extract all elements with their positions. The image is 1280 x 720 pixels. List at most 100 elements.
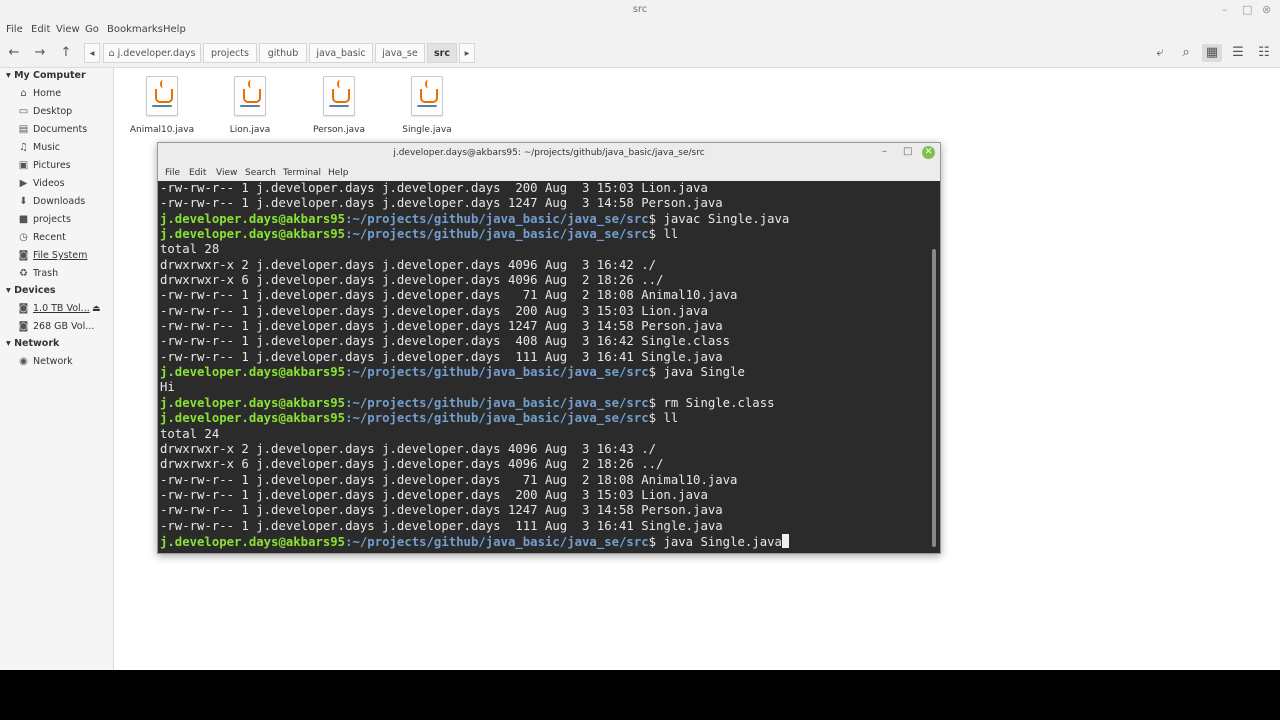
sidebar-item-label: Network	[33, 356, 73, 367]
terminal-menu-edit[interactable]: Edit	[189, 168, 206, 178]
maximize-icon[interactable]: □	[1242, 3, 1252, 16]
close-icon[interactable]: ✕	[922, 146, 935, 159]
pictures-icon: ▣	[18, 160, 29, 171]
terminal-output-line: total 24	[160, 426, 220, 441]
terminal-menu-search[interactable]: Search	[245, 168, 276, 178]
list-view-icon[interactable]: ☰	[1228, 44, 1248, 62]
file-item[interactable]: Person.java	[304, 76, 374, 135]
trash-icon: ♻	[19, 268, 28, 279]
heading-label: Devices	[14, 285, 56, 296]
command-text: $ java Single	[648, 365, 745, 380]
sidebar-item-desktop[interactable]: ▭ Desktop	[18, 104, 110, 120]
up-icon[interactable]: ↑	[56, 44, 76, 62]
sidebar-item-network[interactable]: ◉ Network	[18, 354, 110, 370]
minimize-icon[interactable]: –	[882, 146, 887, 157]
network-icon: ◉	[19, 356, 28, 367]
breadcrumb-label: j.developer.days	[117, 48, 196, 59]
sidebar-item-recent[interactable]: ◷ Recent	[18, 230, 110, 246]
sidebar-item-file-system[interactable]: ◙ File System	[18, 248, 110, 264]
terminal-menu-help[interactable]: Help	[328, 168, 349, 178]
sidebar-item-home[interactable]: ⌂ Home	[18, 86, 110, 102]
terminal-window[interactable]: j.developer.days@akbars95: ~/projects/gi…	[157, 142, 941, 554]
prompt-path: :~/projects/github/java_basic/java_se/sr…	[345, 534, 649, 549]
drive-icon: ◙	[18, 250, 29, 261]
breadcrumb-right-icon[interactable]: ▸	[459, 43, 475, 63]
terminal-command-line: j.developer.days@akbars95:~/projects/git…	[160, 396, 930, 411]
terminal-output-line: -rw-rw-r-- 1 j.developer.days j.develope…	[160, 503, 723, 518]
prompt-user: j.developer.days@akbars95	[160, 395, 346, 410]
sidebar-item-pictures[interactable]: ▣ Pictures	[18, 158, 110, 174]
back-icon[interactable]: ←	[4, 44, 24, 62]
sidebar-item-downloads[interactable]: ⬇ Downloads	[18, 194, 110, 210]
icon-view-icon[interactable]: ▦	[1202, 44, 1222, 62]
file-manager-toolbar: ← → ↑ ◂ ⌂ j.developer.days projects gith…	[0, 40, 1280, 68]
terminal-output[interactable]: -rw-rw-r-- 1 j.developer.days j.develope…	[160, 181, 930, 551]
prompt-path: :~/projects/github/java_basic/java_se/sr…	[345, 211, 649, 226]
path-toggle-icon[interactable]: ⤶	[1150, 44, 1170, 62]
sidebar-heading-devices[interactable]: ▾ Devices	[6, 285, 56, 296]
sidebar-heading-network[interactable]: ▾ Network	[6, 338, 59, 349]
terminal-title: j.developer.days@akbars95: ~/projects/gi…	[393, 148, 705, 158]
terminal-output-line: total 28	[160, 242, 220, 257]
prompt-path: :~/projects/github/java_basic/java_se/sr…	[345, 365, 649, 380]
prompt-path: :~/projects/github/java_basic/java_se/sr…	[345, 395, 649, 410]
menu-go[interactable]: Go	[85, 24, 99, 35]
music-icon: ♫	[19, 142, 28, 153]
sidebar-item-documents[interactable]: ▤ Documents	[18, 122, 110, 138]
java-file-icon	[411, 76, 443, 116]
maximize-icon[interactable]: □	[903, 146, 912, 157]
command-text: $ rm Single.class	[648, 395, 775, 410]
breadcrumb-java-basic[interactable]: java_basic	[309, 43, 373, 63]
sidebar-item-trash[interactable]: ♻ Trash	[18, 266, 110, 282]
drive-icon: ◙	[18, 303, 29, 314]
sidebar-heading-my-computer[interactable]: ▾ My Computer	[6, 70, 86, 81]
menu-view[interactable]: View	[56, 24, 80, 35]
terminal-menu-terminal[interactable]: Terminal	[283, 168, 321, 178]
minimize-icon[interactable]: –	[1222, 3, 1228, 16]
command-text[interactable]: $ java Single.java	[649, 535, 782, 549]
terminal-output-line: drwxrwxr-x 2 j.developer.days j.develope…	[160, 257, 657, 272]
terminal-titlebar[interactable]: j.developer.days@akbars95: ~/projects/gi…	[158, 143, 940, 163]
terminal-output-line: -rw-rw-r-- 1 j.developer.days j.develope…	[160, 334, 731, 349]
terminal-scrollbar[interactable]	[932, 249, 936, 547]
eject-icon[interactable]: ⏏	[92, 301, 101, 317]
sidebar-item-projects[interactable]: ■ projects	[18, 212, 110, 228]
terminal-command-line: j.developer.days@akbars95:~/projects/git…	[160, 411, 930, 426]
file-name: Person.java	[313, 125, 365, 135]
sidebar-item-label: 1.0 TB Vol...	[33, 303, 90, 314]
breadcrumb-java-se[interactable]: java_se	[375, 43, 425, 63]
text-cursor	[781, 533, 789, 548]
forward-icon[interactable]: →	[30, 44, 50, 62]
sidebar-item-videos[interactable]: ▶ Videos	[18, 176, 110, 192]
sidebar-item-label: Pictures	[33, 160, 71, 171]
menu-bookmarks[interactable]: Bookmarks	[107, 24, 163, 35]
close-icon[interactable]: ⊗	[1262, 3, 1271, 16]
file-name: Single.java	[402, 125, 452, 135]
breadcrumb-left-icon[interactable]: ◂	[84, 43, 100, 63]
menu-file[interactable]: File	[6, 24, 23, 35]
file-item[interactable]: Lion.java	[215, 76, 285, 135]
breadcrumb-home[interactable]: ⌂ j.developer.days	[103, 43, 201, 63]
drive-icon: ◙	[18, 321, 29, 332]
sidebar-item-label: Home	[33, 88, 62, 99]
breadcrumb-src[interactable]: src	[427, 43, 457, 63]
terminal-output-line: -rw-rw-r-- 1 j.developer.days j.develope…	[160, 196, 723, 211]
breadcrumb-github[interactable]: github	[259, 43, 307, 63]
terminal-menu-view[interactable]: View	[216, 168, 237, 178]
breadcrumb-projects[interactable]: projects	[203, 43, 257, 63]
sidebar-item-volume-2[interactable]: ◙ 268 GB Vol...	[18, 319, 110, 335]
sidebar-item-music[interactable]: ♫ Music	[18, 140, 110, 156]
search-icon[interactable]: ⌕	[1176, 44, 1196, 62]
sidebar-item-label: Videos	[33, 178, 65, 189]
terminal-menu-file[interactable]: File	[165, 168, 180, 178]
file-item[interactable]: Single.java	[392, 76, 462, 135]
compact-view-icon[interactable]: ☷	[1254, 44, 1274, 62]
prompt-user: j.developer.days@akbars95	[160, 534, 346, 549]
menu-help[interactable]: Help	[163, 24, 186, 35]
prompt-user: j.developer.days@akbars95	[160, 227, 346, 242]
menu-edit[interactable]: Edit	[31, 24, 50, 35]
sidebar-item-volume-1[interactable]: ◙ 1.0 TB Vol... ⏏	[18, 301, 110, 317]
terminal-output-line: drwxrwxr-x 6 j.developer.days j.develope…	[160, 457, 664, 472]
file-item[interactable]: Animal10.java	[127, 76, 197, 135]
java-file-icon	[323, 76, 355, 116]
